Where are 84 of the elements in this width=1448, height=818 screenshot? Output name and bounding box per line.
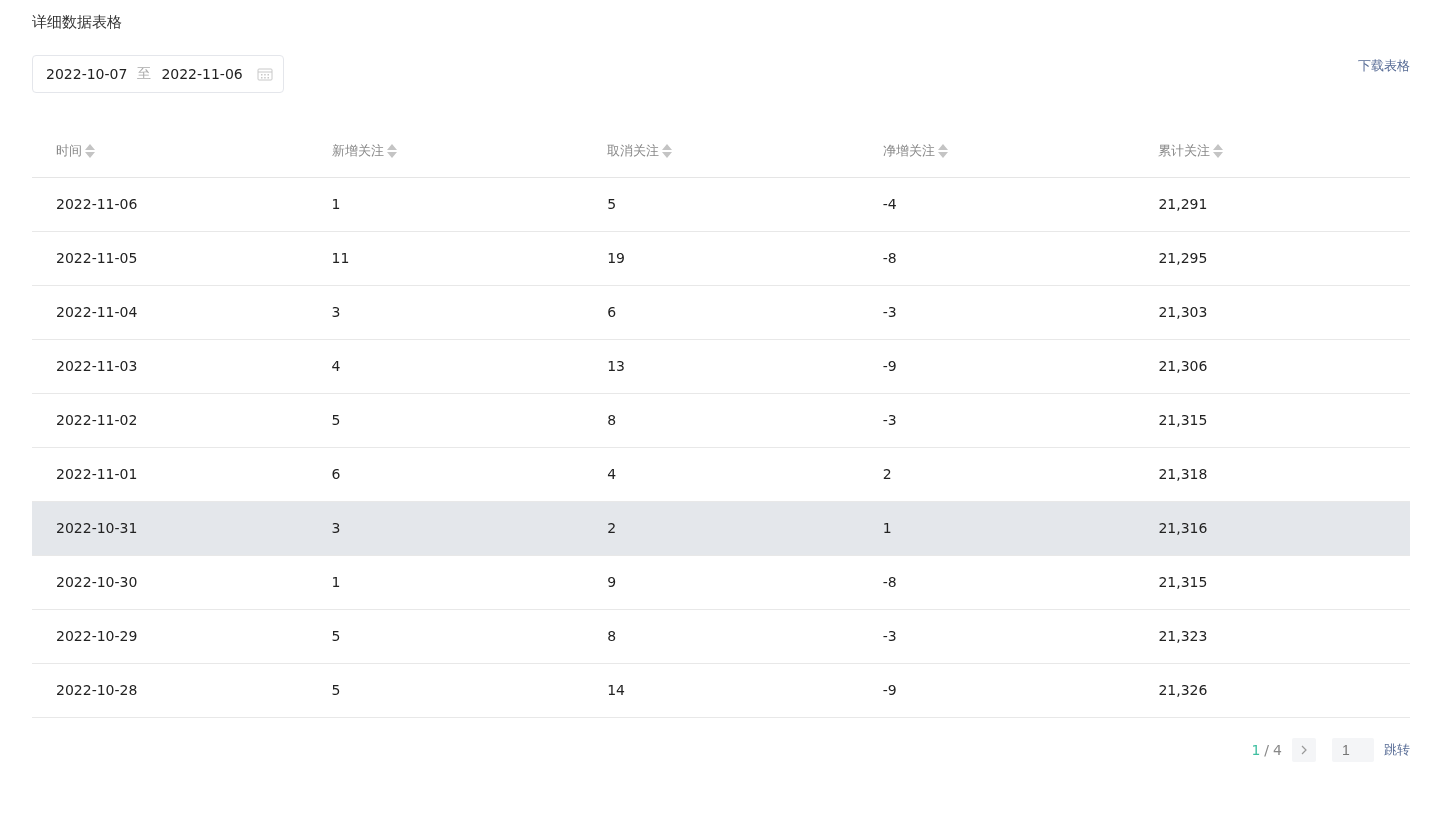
table-cell: 8	[607, 628, 617, 644]
table-row[interactable]: 2022-11-05 11 19 -8 21,295	[32, 231, 1410, 285]
table-row[interactable]: 2022-10-30 1 9 -8 21,315	[32, 555, 1410, 609]
table-cell: -9	[882, 358, 897, 374]
table-row[interactable]: 2022-11-03 4 13 -9 21,306	[32, 339, 1410, 393]
table-cell: 21,323	[1158, 628, 1208, 644]
table-cell: 2022-10-28	[56, 682, 138, 698]
end-date: 2022-11-06	[161, 66, 243, 82]
table-cell: 1	[331, 196, 341, 212]
table-cell: -9	[882, 682, 897, 698]
table-cell: -8	[882, 250, 897, 266]
table-row[interactable]: 2022-10-29 5 8 -3 21,323	[32, 609, 1410, 663]
start-date: 2022-10-07	[46, 66, 128, 82]
sort-icon[interactable]	[937, 142, 948, 159]
table-cell: 5	[331, 682, 341, 698]
column-header: 取消关注	[607, 141, 660, 160]
column-header: 累计关注	[1158, 141, 1211, 160]
table-cell: 21,291	[1158, 196, 1208, 212]
table-row[interactable]: 2022-10-28 5 14 -9 21,326	[32, 663, 1410, 717]
table-row[interactable]: 2022-11-01 6 4 2 21,318	[32, 447, 1410, 501]
table-cell: 5	[331, 412, 341, 428]
range-separator: 至	[137, 65, 152, 83]
table-cell: 2022-11-02	[56, 412, 138, 428]
page-separator: /	[1264, 741, 1270, 758]
sort-icon[interactable]	[1213, 142, 1224, 159]
table-cell: 21,318	[1158, 466, 1208, 482]
table-cell: 19	[607, 250, 625, 266]
next-page-button[interactable]	[1292, 737, 1316, 762]
table-cell: 2022-10-31	[56, 520, 138, 536]
section-title: 详细数据表格	[32, 12, 123, 33]
table-cell: 21,306	[1158, 358, 1208, 374]
table-cell: 21,303	[1158, 304, 1208, 320]
table-cell: 21,315	[1158, 412, 1208, 428]
table-cell: 2	[607, 520, 617, 536]
table-cell: 2022-10-29	[56, 628, 138, 644]
current-page: 1	[1251, 741, 1261, 758]
download-link[interactable]: 下载表格	[1358, 57, 1410, 75]
table-cell: 3	[331, 304, 341, 320]
table-cell: 8	[607, 412, 617, 428]
table-row[interactable]: 2022-10-31 3 2 1 21,316	[32, 501, 1410, 555]
table-cell: 11	[331, 250, 350, 266]
table-cell: 2022-11-05	[56, 250, 138, 266]
column-header: 时间	[56, 141, 82, 160]
table-cell: 21,315	[1158, 574, 1208, 590]
table-cell: 1	[331, 574, 341, 590]
sort-icon[interactable]	[386, 142, 397, 159]
jump-button[interactable]: 跳转	[1384, 740, 1410, 759]
chevron-right-icon	[1300, 744, 1308, 755]
total-pages: 4	[1273, 741, 1282, 758]
table-cell: 21,326	[1158, 682, 1208, 698]
table-cell: 13	[607, 358, 625, 374]
table-row[interactable]: 2022-11-02 5 8 -3 21,315	[32, 393, 1410, 447]
table-cell: -4	[882, 196, 897, 212]
table-cell: 2	[882, 466, 892, 482]
table-row[interactable]: 2022-11-06 1 5 -4 21,291	[32, 177, 1410, 231]
table-cell: 4	[607, 466, 617, 482]
table-cell: 5	[607, 196, 617, 212]
table-cell: 5	[331, 628, 341, 644]
table-cell: 6	[607, 304, 617, 320]
table-cell: -3	[882, 304, 897, 320]
table-cell: 2022-11-01	[56, 466, 138, 482]
table-cell: 2022-11-06	[56, 196, 138, 212]
table-cell: -3	[882, 628, 897, 644]
page-input-field[interactable]: 1	[1332, 737, 1374, 762]
table-cell: 9	[607, 574, 617, 590]
table-cell: 4	[331, 358, 341, 374]
sort-icon[interactable]	[85, 142, 95, 159]
column-header: 新增关注	[331, 141, 384, 160]
table-cell: 2022-11-04	[56, 304, 138, 320]
table-cell: 21,295	[1158, 250, 1208, 266]
table-cell: -8	[882, 574, 897, 590]
sort-icon[interactable]	[662, 142, 673, 159]
date-range-picker[interactable]: 2022-10-07 至 2022-11-06	[32, 55, 284, 93]
table-cell: 21,316	[1158, 520, 1208, 536]
table-cell: 2022-11-03	[56, 358, 138, 374]
column-header: 净增关注	[882, 141, 935, 160]
calendar-icon	[256, 67, 273, 81]
table-cell: 2022-10-30	[56, 574, 138, 590]
table-cell: 14	[607, 682, 625, 698]
table-cell: 6	[331, 466, 341, 482]
table-cell: -3	[882, 412, 897, 428]
table-row[interactable]: 2022-11-04 3 6 -3 21,303	[32, 285, 1410, 339]
table-cell: 3	[331, 520, 341, 536]
table-cell: 1	[882, 520, 892, 536]
